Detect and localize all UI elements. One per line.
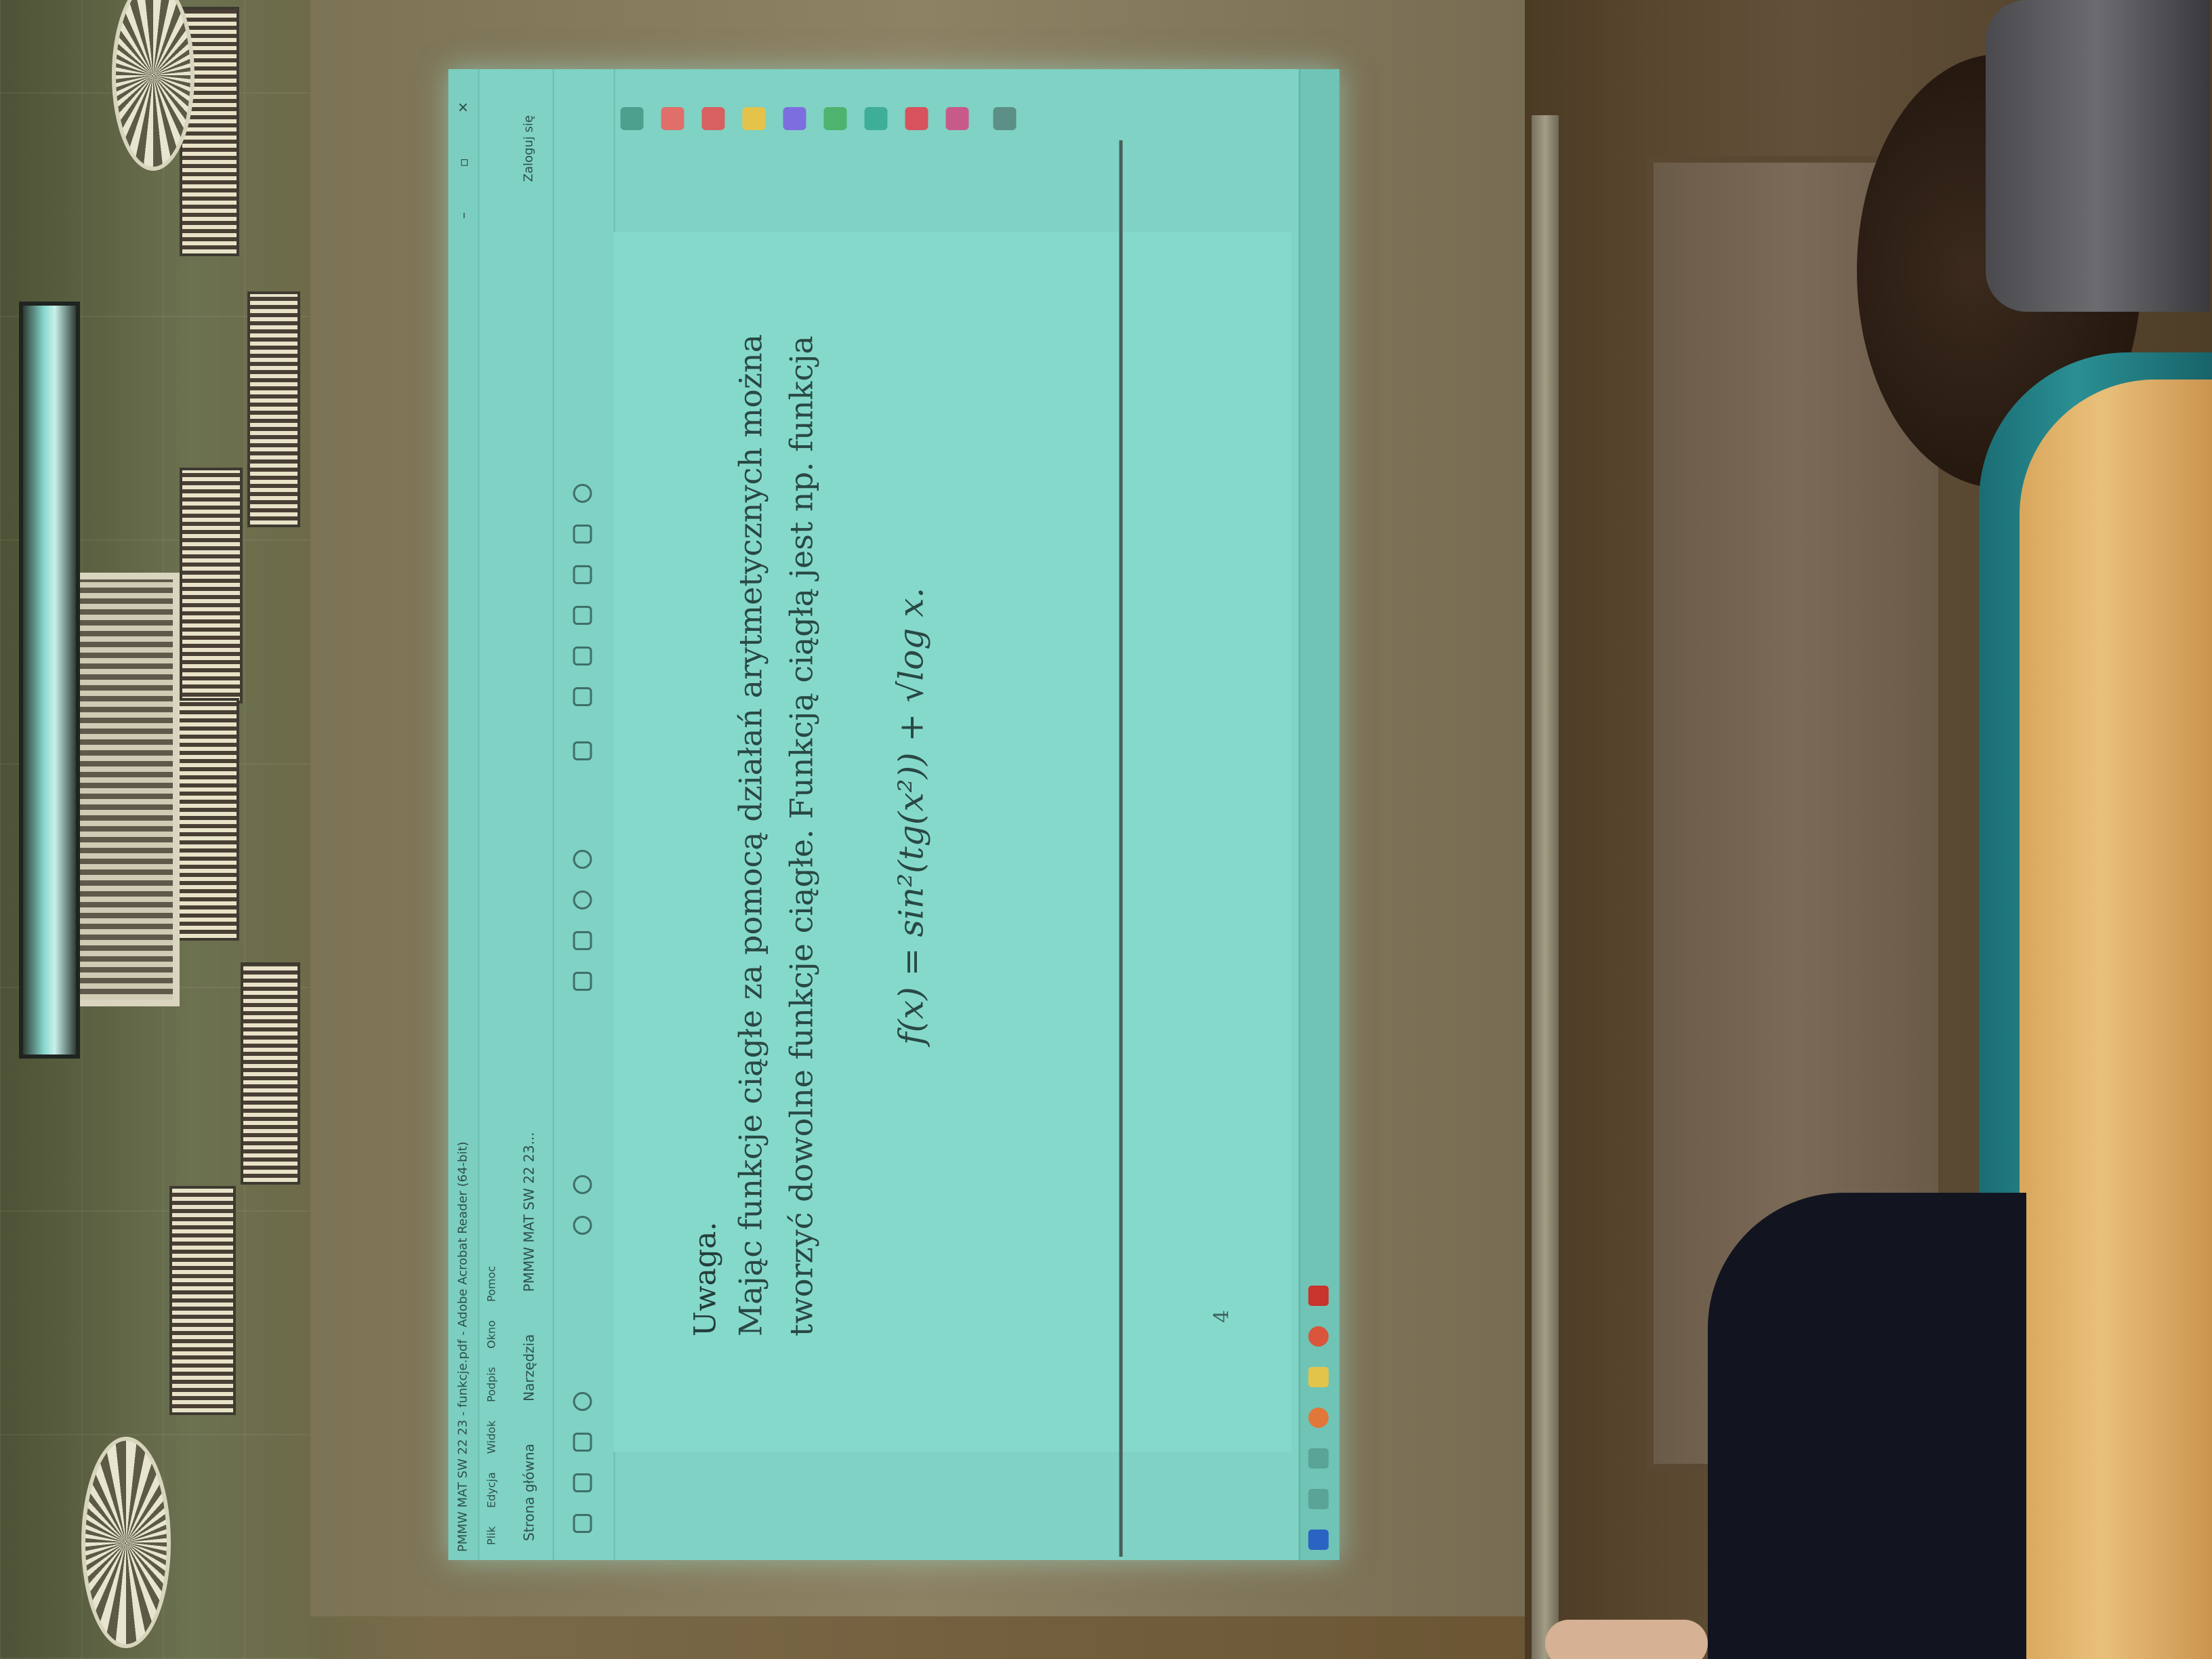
- menu-file[interactable]: Plik: [485, 1526, 498, 1545]
- comment-icon[interactable]: [573, 687, 592, 706]
- share-icon[interactable]: [573, 565, 592, 584]
- tab-bar: Strona główna Narzędzia PMMW MAT SW 22 2…: [505, 69, 554, 1560]
- print-icon[interactable]: [573, 1473, 592, 1492]
- sign-icon[interactable]: [573, 606, 592, 625]
- ceiling-light-panel: [247, 291, 300, 527]
- window-controls[interactable]: – ▫ ✕: [449, 81, 478, 219]
- page-number: 4: [1210, 1309, 1234, 1323]
- doc-formula: f(x) = sin²(tg(x²)) + √log x.: [891, 587, 931, 1045]
- firefox-icon[interactable]: [1308, 1408, 1329, 1428]
- classroom-photo: PMMW MAT SW 22 23 - funkcje.pdf - Adobe …: [0, 0, 2212, 1659]
- chair-back-wood: [2020, 380, 2212, 1659]
- taskbar-search-icon[interactable]: [1308, 1489, 1329, 1509]
- acrobat-icon[interactable]: [1308, 1286, 1329, 1306]
- pen-icon[interactable]: [573, 647, 592, 665]
- menu-help[interactable]: Pomoc: [485, 1266, 498, 1302]
- ceiling-air-conditioner: [71, 573, 180, 1006]
- chrome-icon[interactable]: [1308, 1326, 1329, 1347]
- menu-view[interactable]: Widok: [485, 1420, 498, 1454]
- signin-link[interactable]: Zaloguj się: [506, 96, 553, 201]
- window-title: PMMW MAT SW 22 23 - funkcje.pdf - Adobe …: [455, 1141, 470, 1552]
- doc-heading: Uwaga.: [688, 1221, 723, 1336]
- file-explorer-icon[interactable]: [1308, 1367, 1329, 1387]
- page-up-icon[interactable]: [573, 1216, 592, 1235]
- search-tool-icon[interactable]: [620, 107, 644, 130]
- menu-sign[interactable]: Podpis: [485, 1367, 498, 1402]
- ceiling-light-panel: [173, 698, 239, 941]
- edit-pdf-icon[interactable]: [783, 107, 806, 130]
- ceiling-light-panel: [169, 1186, 236, 1415]
- comment-tool-icon[interactable]: [742, 107, 766, 130]
- ceiling-light-panel: [180, 468, 243, 703]
- mail-icon[interactable]: [573, 1433, 592, 1452]
- create-pdf-icon[interactable]: [701, 107, 725, 130]
- projected-pdf-window: PMMW MAT SW 22 23 - funkcje.pdf - Adobe …: [448, 69, 1340, 1560]
- pdf-page: Uwaga. Mając funkcje ciągłe za pomocą dz…: [613, 232, 1292, 1452]
- window-titlebar: PMMW MAT SW 22 23 - funkcje.pdf - Adobe …: [448, 69, 480, 1560]
- doc-paragraph-line: Mając funkcje ciągłe za pomocą działań a…: [732, 333, 769, 1336]
- hand-icon[interactable]: [573, 931, 592, 950]
- zoom-out-icon[interactable]: [573, 890, 592, 909]
- right-tool-pane: [614, 96, 1292, 144]
- page-down-icon[interactable]: [573, 1175, 592, 1194]
- wall-rail: [1532, 115, 1559, 1659]
- menu-bar: Plik Edycja Widok Podpis Okno Pomoc: [478, 69, 506, 1560]
- task-view-icon[interactable]: [1308, 1448, 1329, 1469]
- ceiling-light-panel: [241, 962, 300, 1185]
- person-body: [1708, 1193, 2026, 1659]
- organize-pages-icon[interactable]: [823, 107, 847, 130]
- toolbar: [552, 69, 615, 1560]
- tab-home[interactable]: Strona główna: [506, 1425, 553, 1560]
- windows-taskbar: [1298, 69, 1340, 1560]
- tab-tools[interactable]: Narzędzia: [506, 1315, 553, 1420]
- doc-paragraph-line: tworzyć dowolne funkcje ciągłe. Funkcją …: [783, 335, 820, 1336]
- ceiling-vent-fan: [81, 1437, 171, 1648]
- more-tools-icon[interactable]: [993, 107, 1017, 130]
- scan-icon[interactable]: [864, 107, 888, 130]
- undo-icon[interactable]: [573, 484, 592, 503]
- ceiling-lamp: [19, 302, 80, 1059]
- protect-icon[interactable]: [905, 107, 928, 130]
- menu-window[interactable]: Okno: [485, 1320, 498, 1349]
- zoom-in-icon[interactable]: [573, 850, 592, 869]
- fit-page-icon[interactable]: [573, 741, 592, 760]
- tab-document[interactable]: PMMW MAT SW 22 23...: [506, 1113, 553, 1311]
- fill-sign-icon[interactable]: [945, 107, 969, 130]
- ceiling: [0, 0, 319, 1659]
- pointer-icon[interactable]: [573, 972, 592, 991]
- export-pdf-icon[interactable]: [661, 107, 684, 130]
- menu-edit[interactable]: Edycja: [485, 1472, 498, 1508]
- person-hand: [1545, 1620, 1708, 1659]
- delete-icon[interactable]: [573, 525, 592, 544]
- search-icon[interactable]: [573, 1392, 592, 1411]
- page-separator: [1119, 140, 1123, 1557]
- windows-start-icon[interactable]: [1308, 1530, 1329, 1550]
- person-head-cover: [1986, 0, 2209, 312]
- star-icon[interactable]: [573, 1514, 592, 1533]
